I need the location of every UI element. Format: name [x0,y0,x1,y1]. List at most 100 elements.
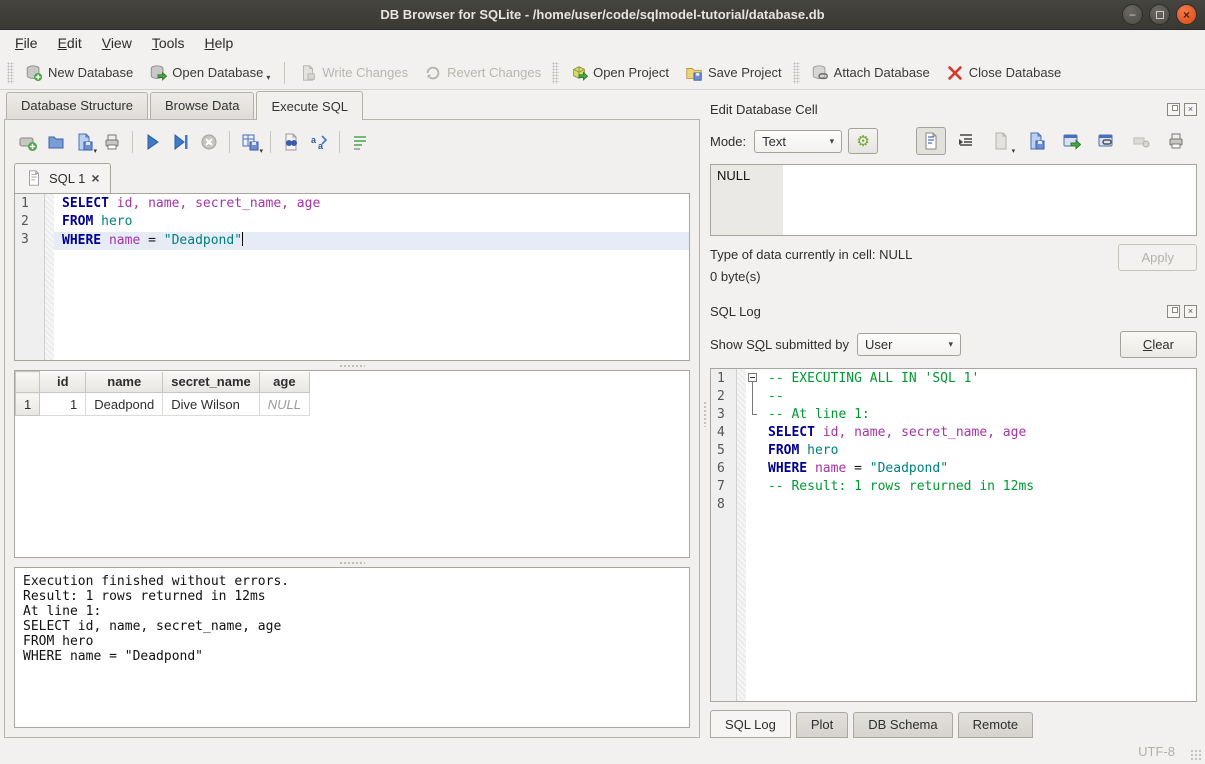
apply-button[interactable]: Apply [1118,244,1197,271]
auto-apply-button[interactable]: ⚙ [848,128,878,154]
sql-log-dock-title: SQL Log × [710,300,1197,322]
open-external-button[interactable] [1056,127,1086,155]
column-header-id[interactable]: id [40,372,86,393]
save-sql-file-button[interactable]: ▾ [70,129,98,155]
fold-marker[interactable] [746,369,760,387]
row-number[interactable]: 1 [16,393,40,416]
attach-database-button[interactable]: Attach Database [803,60,938,86]
chevron-down-icon: ▾ [266,73,270,82]
cell-editor-content[interactable] [783,165,1196,235]
copy-link-button[interactable] [1091,127,1121,155]
gear-icon: ⚙ [856,132,869,150]
word-wrap-button[interactable] [346,129,374,155]
toolbar-handle [7,62,14,84]
column-header-secret_name[interactable]: secret_name [163,372,260,393]
fold-spacer [746,459,760,477]
table-cell[interactable]: 1 [40,393,86,416]
results-message-splitter[interactable] [14,558,690,567]
tab-database-structure[interactable]: Database Structure [6,92,148,119]
sql-editor-toolbar: ▾ ▾ aa [14,127,690,157]
edit-cell-close-icon[interactable]: × [1184,103,1197,116]
code-line: -- Result: 1 rows returned in 12ms [760,479,1196,497]
editor-results-splitter[interactable] [14,361,690,370]
dock-tab-db-schema[interactable]: DB Schema [853,712,952,738]
sql-file-icon [25,169,43,187]
export-data-button[interactable] [1021,127,1051,155]
dock-tab-sql-log[interactable]: SQL Log [710,710,791,738]
sql-tab[interactable]: SQL 1 × [14,163,111,193]
log-fold-column[interactable] [746,369,760,701]
minimize-button[interactable]: − [1122,4,1143,25]
table-cell[interactable]: Dive Wilson [163,393,260,416]
dock-tab-plot[interactable]: Plot [796,712,848,738]
sql-log-view[interactable]: 12345678 -- EXECUTING ALL IN 'SQL 1'----… [710,368,1197,702]
sql-log-title: SQL Log [710,304,1163,319]
table-cell[interactable]: NULL [259,393,309,416]
db-write-icon [299,64,317,82]
editor-margin [45,194,54,360]
menu-item-file[interactable]: File [6,32,47,54]
panes-splitter[interactable] [700,90,710,738]
clear-log-button[interactable]: Clear [1120,331,1197,358]
close-button[interactable]: × [1176,4,1197,25]
encoding-indicator[interactable]: UTF-8 [1138,744,1175,759]
menu-item-help[interactable]: Help [196,32,243,54]
log-margin [737,369,746,701]
edit-cell-float-icon[interactable] [1167,103,1180,116]
format-sql-button[interactable]: aa [305,129,333,155]
new-database-button[interactable]: New Database [17,60,141,86]
dock-tab-remote[interactable]: Remote [958,712,1034,738]
corner-header[interactable] [16,372,40,393]
sql-editor[interactable]: 123 SELECT id, name, secret_name, ageFRO… [14,193,690,361]
menu-bar: FileEditViewToolsHelp [0,30,1205,56]
print-sql-button[interactable] [98,129,126,155]
cell-value-editor[interactable]: NULL [710,164,1197,236]
maximize-button[interactable] [1149,4,1170,25]
proj-open-icon [570,64,588,82]
print-cell-button[interactable] [1161,127,1191,155]
chevron-down-icon: ▾ [1012,147,1016,155]
open-project-button[interactable]: Open Project [562,60,677,86]
log-filter-label: Show SQL submitted by [710,337,849,352]
sql-log-float-icon[interactable] [1167,305,1180,318]
results-table[interactable]: idnamesecret_nameage11DeadpondDive Wilso… [15,371,310,416]
tab-execute-sql[interactable]: Execute SQL [256,91,363,120]
cell-meta-row: Type of data currently in cell: NULL 0 b… [710,244,1197,288]
close-database-button[interactable]: Close Database [938,60,1070,86]
save-results-button[interactable]: ▾ [236,129,264,155]
log-filter-combobox[interactable]: User ▾ [857,333,961,356]
auto-indent-button[interactable] [951,127,981,155]
open-sql-file-button[interactable] [42,129,70,155]
title-bar: DB Browser for SQLite - /home/user/code/… [0,0,1205,30]
editor-code[interactable]: SELECT id, name, secret_name, ageFROM he… [54,194,689,360]
text-view-button[interactable] [916,127,946,155]
save-project-button[interactable]: Save Project [677,60,790,86]
column-header-name[interactable]: name [86,372,163,393]
execute-all-button[interactable] [139,129,167,155]
stop-button [195,129,223,155]
cell-size-text: 0 byte(s) [710,266,1118,288]
open-database-button[interactable]: Open Database▾ [141,60,278,86]
find-replace-button[interactable] [277,129,305,155]
menu-item-tools[interactable]: Tools [143,32,194,54]
fold-spacer [746,441,760,459]
cell-mode-row: Mode: Text ▾ ⚙ ▾ [710,124,1197,158]
sql-tab-close-icon[interactable]: × [91,171,99,185]
mode-combobox[interactable]: Text ▾ [754,130,842,153]
execute-line-button[interactable] [167,129,195,155]
resize-grip-icon[interactable] [1190,749,1202,761]
right-pane: Edit Database Cell × Mode: Text ▾ ⚙ ▾ NU… [710,90,1205,738]
tab-browse-data[interactable]: Browse Data [150,92,254,119]
log-code: -- EXECUTING ALL IN 'SQL 1'---- At line … [760,369,1196,701]
toolbar-separator [132,131,133,153]
column-header-age[interactable]: age [259,372,309,393]
table-cell[interactable]: Deadpond [86,393,163,416]
code-line: -- At line 1: [760,407,1196,425]
db-new-icon [25,64,43,82]
db-attach-icon [811,64,829,82]
sql-log-close-icon[interactable]: × [1184,305,1197,318]
cell-editor-toolbar: ▾ [916,127,1191,155]
menu-item-view[interactable]: View [93,32,141,54]
new-sql-tab-button[interactable] [14,129,42,155]
menu-item-edit[interactable]: Edit [49,32,91,54]
